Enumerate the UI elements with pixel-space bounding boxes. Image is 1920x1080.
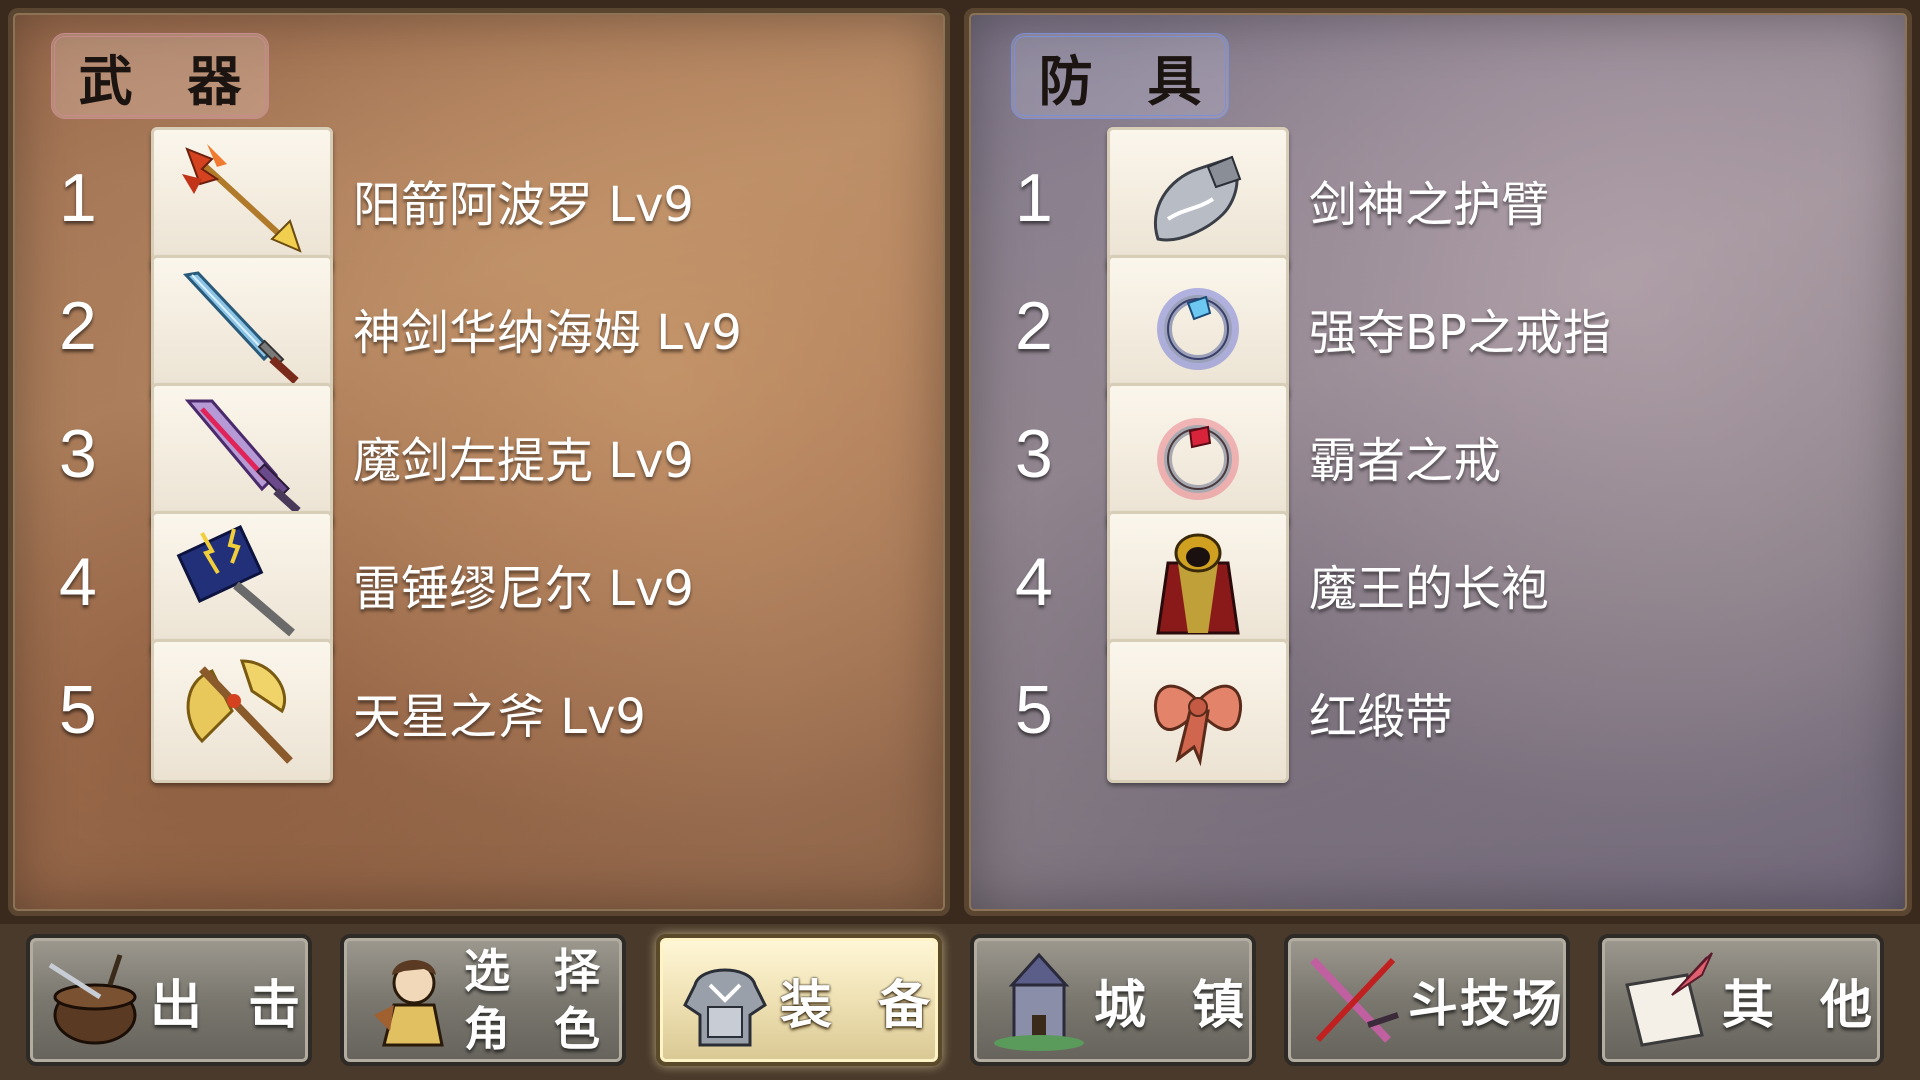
armor-slot-5[interactable]: 5 红缎带 <box>969 639 1907 789</box>
slot-number: 2 <box>59 288 97 364</box>
war-pot-icon <box>48 954 137 1045</box>
blue-ring-icon <box>1107 255 1289 399</box>
slot-number: 1 <box>1015 160 1053 236</box>
armor-name: 魔王的长袍 <box>1309 561 1550 617</box>
slot-number: 4 <box>1015 544 1053 620</box>
castle-town-icon <box>994 952 1084 1051</box>
weapon-name: 天星之斧 Lv9 <box>353 689 646 745</box>
weapon-slot-5[interactable]: 5 天星之斧 Lv9 <box>13 639 945 789</box>
nav-select-line2: 角 色 <box>464 1002 615 1056</box>
crossed-swords-icon <box>1310 957 1399 1043</box>
slot-number: 2 <box>1015 288 1053 364</box>
slot-number: 3 <box>1015 416 1053 492</box>
gauntlet-icon <box>1107 127 1289 271</box>
armor-name: 强夺BP之戒指 <box>1309 305 1611 361</box>
demon-robe-icon <box>1107 511 1289 655</box>
slot-number: 4 <box>59 544 97 620</box>
nav-other-label: 其 他 <box>1722 975 1887 1036</box>
nav-select-character-button[interactable]: 选 择 角 色 <box>340 934 626 1066</box>
weapons-panel: 武 器 1 阳箭阿波罗 Lv9 2 神剑华纳海姆 Lv9 3 魔剑左提克 Lv9… <box>8 8 950 916</box>
nav-sortie-button[interactable]: 出 击 <box>26 934 312 1066</box>
slot-number: 3 <box>59 416 97 492</box>
weapon-name: 神剑华纳海姆 Lv9 <box>353 305 742 361</box>
slot-number: 1 <box>59 160 97 236</box>
armor-name: 红缎带 <box>1309 689 1454 745</box>
nav-select-character-label: 选 择 角 色 <box>464 942 614 1058</box>
red-ribbon-icon <box>1107 639 1289 783</box>
slot-number: 5 <box>1015 672 1053 748</box>
armor-name: 剑神之护臂 <box>1309 177 1550 233</box>
thunder-hammer-icon <box>151 511 333 655</box>
weapons-title: 武 器 <box>51 33 269 119</box>
character-icon <box>374 960 444 1047</box>
nav-town-label: 城 镇 <box>1094 975 1259 1036</box>
armor-name: 霸者之戒 <box>1309 433 1502 489</box>
nav-sortie-label: 出 击 <box>150 975 315 1036</box>
nav-equipment-button[interactable]: 装 备 <box>656 934 942 1066</box>
quill-scroll-icon <box>1625 952 1713 1047</box>
weapon-name: 阳箭阿波罗 Lv9 <box>353 177 694 233</box>
nav-town-button[interactable]: 城 镇 <box>970 934 1256 1066</box>
golden-arrow-icon <box>151 127 333 271</box>
armor-equipment-icon <box>683 968 767 1047</box>
nav-select-line1: 选 择 <box>464 944 615 998</box>
blue-sword-icon <box>151 255 333 399</box>
armor-title: 防 具 <box>1011 33 1229 119</box>
purple-demon-sword-icon <box>151 383 333 527</box>
golden-axe-icon <box>151 639 333 783</box>
slot-number: 5 <box>59 672 97 748</box>
weapon-name: 魔剑左提克 Lv9 <box>353 433 694 489</box>
armor-panel: 防 具 1 剑神之护臂 2 强夺BP之戒指 3 霸者之戒 4 魔王的长袍 5 红… <box>964 8 1912 916</box>
nav-arena-label: 斗技场 <box>1408 975 1564 1033</box>
nav-arena-button[interactable]: 斗技场 <box>1284 934 1570 1066</box>
nav-equipment-label: 装 备 <box>780 975 945 1036</box>
red-ring-icon <box>1107 383 1289 527</box>
weapon-name: 雷锤缪尼尔 Lv9 <box>353 561 694 617</box>
nav-other-button[interactable]: 其 他 <box>1598 934 1884 1066</box>
